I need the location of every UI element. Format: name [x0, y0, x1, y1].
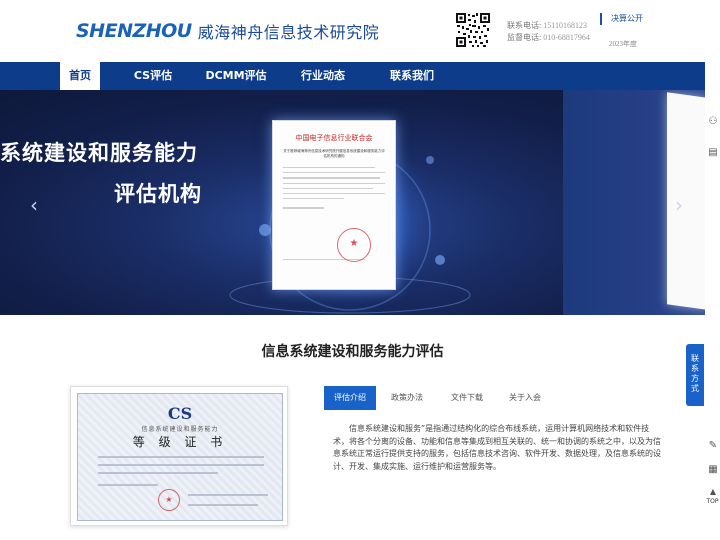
back-to-top-icon[interactable]: ▲ — [707, 486, 719, 498]
doc-icon[interactable]: ▤ — [707, 147, 719, 159]
tab-policy[interactable]: 政策办法 — [376, 386, 438, 410]
banner-secondary-document — [667, 92, 705, 310]
content-tabs: 评估介绍 政策办法 文件下载 关于入会 — [324, 386, 704, 410]
certificate-brand: CS — [167, 404, 193, 423]
site-header: SHENZHOU 威海神舟信息技术研究院 联系电话: 15110168123 监… — [0, 0, 705, 62]
hero-banner[interactable]: 系统建设和服务能力 评估机构 中国电子信息行业联合会 关于推荐威海神舟信息技术研… — [0, 90, 705, 315]
qr-code-icon — [455, 12, 491, 48]
supervise-number: 010-68817964 — [543, 33, 590, 42]
tab-downloads[interactable]: 文件下载 — [438, 386, 496, 410]
main-nav: 首页 CS评估 DCMM评估 行业动态 联系我们 — [0, 62, 705, 90]
notice-year: 2023年度 — [609, 40, 637, 48]
edit-icon[interactable]: ✎ — [707, 440, 719, 452]
certificate-seal: ★ — [158, 489, 180, 511]
nav-item-cs[interactable]: CS评估 — [110, 62, 196, 90]
nav-item-contact[interactable]: 联系我们 — [370, 62, 454, 90]
certificate-image: CS 信息系统建设和服务能力 等 级 证 书 ★ — [70, 386, 288, 526]
logo-chinese: 威海神舟信息技术研究院 — [197, 23, 380, 42]
document-subtitle: 关于推荐威海神舟信息技术研究院开展信息系统建设和服务能力评估机构的通知 — [283, 149, 385, 158]
banner-document: 中国电子信息行业联合会 关于推荐威海神舟信息技术研究院开展信息系统建设和服务能力… — [272, 120, 396, 290]
section-title: 信息系统建设和服务能力评估 — [261, 344, 444, 360]
supervise-label: 监督电话: — [507, 33, 542, 42]
grid-icon[interactable]: ▦ — [707, 464, 719, 476]
contact-info: 联系电话: 15110168123 监督电话: 010-68817964 — [507, 20, 590, 44]
carousel-prev-icon[interactable]: ‹ — [30, 193, 38, 217]
nav-item-home[interactable]: 首页 — [60, 62, 100, 90]
nav-item-dcmm[interactable]: DCMM评估 — [196, 62, 276, 90]
red-seal-stamp: ★ — [337, 228, 371, 262]
user-icon[interactable]: ⚇ — [707, 116, 719, 128]
banner-heading-line2: 评估机构 — [114, 182, 202, 206]
certificate-body: CS 信息系统建设和服务能力 等 级 证 书 ★ — [77, 393, 283, 521]
site-logo[interactable]: SHENZHOU 威海神舟信息技术研究院 — [76, 16, 379, 46]
certificate-name: 等 级 证 书 — [132, 435, 228, 449]
tab-intro[interactable]: 评估介绍 — [324, 386, 376, 410]
back-to-top-label[interactable]: TOP — [705, 498, 720, 505]
logo-english: SHENZHOU — [76, 20, 192, 42]
phone-number: 15110168123 — [543, 21, 587, 30]
document-title: 中国电子信息行业联合会 — [295, 134, 373, 142]
banner-heading-line1: 系统建设和服务能力 — [0, 141, 198, 165]
right-toolbar: ⚇ ▤ ✎ ▦ ▲ TOP — [705, 90, 720, 540]
notice-title[interactable]: 决算公开 — [600, 13, 643, 25]
carousel-next-icon[interactable]: › — [675, 193, 683, 217]
phone-label: 联系电话: — [507, 21, 542, 30]
tab-content-text: 信息系统建设和服务”是指通过结构化的综合布线系统，运用计算机网络技术和软件技术，… — [333, 424, 661, 471]
budget-notice[interactable]: 决算公开 2023年度 — [600, 10, 680, 55]
certificate-org: 信息系统建设和服务能力 — [141, 426, 219, 433]
nav-item-news[interactable]: 行业动态 — [276, 62, 370, 90]
sidebar-top-area — [705, 0, 720, 62]
tab-membership[interactable]: 关于入会 — [496, 386, 554, 410]
